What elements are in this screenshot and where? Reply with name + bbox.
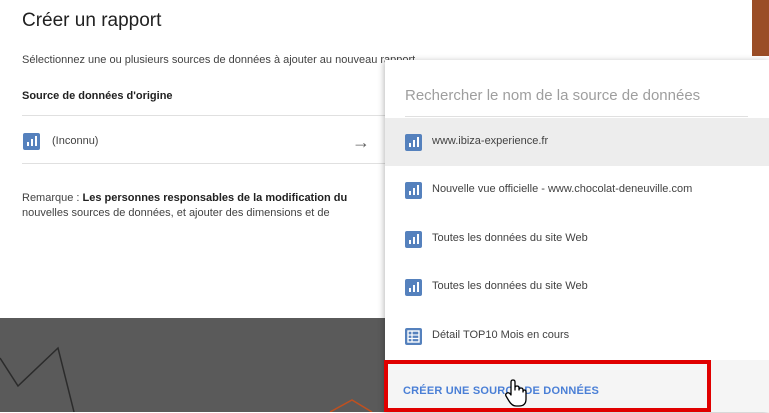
analytics-icon xyxy=(405,134,422,151)
dialog-title: Créer un rapport xyxy=(22,10,162,31)
list-item[interactable]: Toutes les données du site Web xyxy=(385,215,769,263)
data-source-row[interactable]: (Inconnu) → xyxy=(22,130,384,156)
list-item-label: www.ibiza-experience.fr xyxy=(432,135,549,147)
note-line-2: nouvelles sources de données, et ajouter… xyxy=(22,207,330,219)
list-item[interactable]: Toutes les données du site Web xyxy=(385,263,769,311)
analytics-icon xyxy=(23,133,40,150)
table-icon xyxy=(405,328,422,345)
data-source-dropdown: www.ibiza-experience.fr Nouvelle vue off… xyxy=(384,60,769,412)
list-item-label: Nouvelle vue officielle - www.chocolat-d… xyxy=(432,183,693,195)
analytics-icon xyxy=(405,231,422,248)
list-item-label: Toutes les données du site Web xyxy=(432,280,588,292)
list-item-label: Détail TOP10 Mois en cours xyxy=(432,329,570,341)
note-prefix: Remarque : xyxy=(22,192,83,204)
note-bold: Les personnes responsables de la modific… xyxy=(82,192,348,204)
note-text: Remarque : Les personnes responsables de… xyxy=(22,191,387,221)
analytics-icon xyxy=(405,182,422,199)
hand-cursor-icon xyxy=(505,378,527,413)
list-item[interactable]: www.ibiza-experience.fr xyxy=(385,118,769,166)
search-input[interactable] xyxy=(405,84,745,106)
list-item[interactable]: Nouvelle vue officielle - www.chocolat-d… xyxy=(385,166,769,214)
divider xyxy=(22,115,387,116)
list-item-label: Toutes les données du site Web xyxy=(432,232,588,244)
analytics-icon xyxy=(405,279,422,296)
section-label: Source de données d'origine xyxy=(22,90,173,102)
highlight-box xyxy=(384,360,711,412)
background-thumbnail xyxy=(752,0,769,56)
search-underline xyxy=(405,116,748,117)
list-item[interactable]: Détail TOP10 Mois en cours xyxy=(385,312,769,360)
dialog-subtitle: Sélectionnez une ou plusieurs sources de… xyxy=(22,54,416,66)
arrow-right-icon[interactable]: → xyxy=(352,132,370,153)
data-source-name: (Inconnu) xyxy=(52,135,99,147)
divider xyxy=(22,163,387,164)
